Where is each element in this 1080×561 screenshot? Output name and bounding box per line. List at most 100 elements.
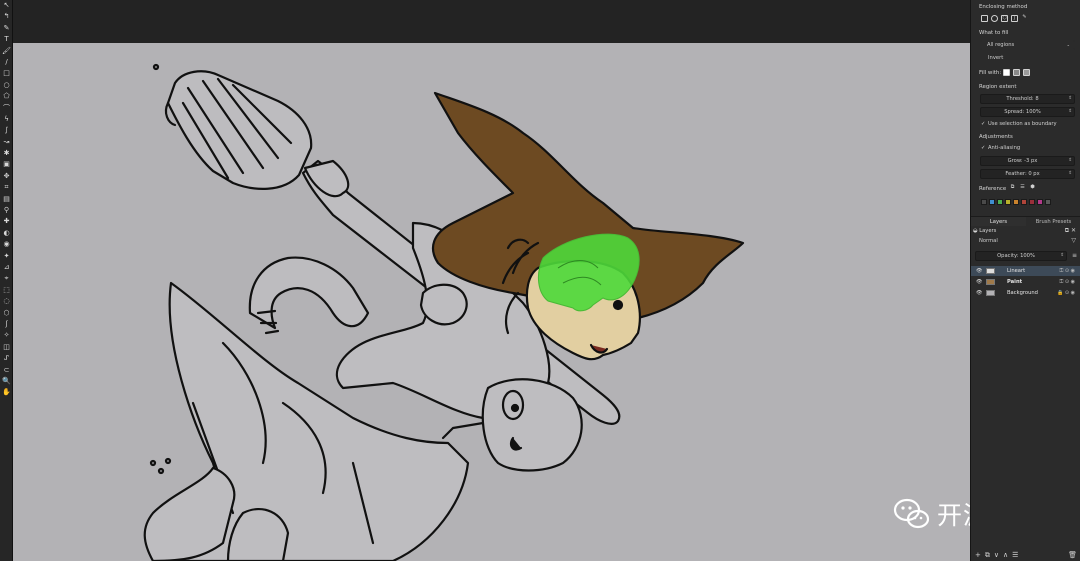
toolbox: ↖ ↰ ✎ T 🖌 / □ ○ ⬠ ⌒ ϟ ∫ ↝ ✱ ▣ ✥ ⌗ ▤ ⚲ ✚ ◐ ◉ ✦ ⊿ ⌖ ⬚ ◌ ⬡ ʃ ✧ ◫ ᔑ ⊂ 🔍 ✋ (0, 0, 13, 561)
add-layer-icon[interactable]: + (975, 551, 981, 559)
move-up-icon[interactable]: ∧ (1003, 551, 1008, 559)
fill-icon[interactable]: ◐ (0, 228, 13, 239)
contiguous-select-icon[interactable]: ✧ (0, 330, 13, 341)
what-to-fill-label: What to fill (979, 30, 1009, 36)
layer-flags[interactable]: 🔒 ⊙ ◉ (1057, 288, 1075, 298)
feather-slider[interactable]: Feather: 0 px ⇕ (980, 169, 1075, 179)
calligraphy-icon[interactable]: ✎ (0, 23, 13, 34)
layer-row-background[interactable]: 👁 Background 🔒 ⊙ ◉ (971, 288, 1080, 298)
bezier-select-icon[interactable]: ᔑ (0, 353, 13, 364)
fg-color-icon[interactable] (1003, 69, 1010, 76)
color-picker-icon[interactable]: ⚲ (0, 205, 13, 216)
cat-head (481, 378, 583, 472)
color-label-swatch[interactable] (1029, 198, 1035, 205)
color-label-swatch[interactable] (1013, 198, 1019, 205)
visibility-eye-icon[interactable]: 👁 (976, 266, 982, 276)
tab-layers[interactable]: Layers (971, 217, 1026, 226)
smart-patch-icon[interactable]: ✚ (0, 216, 13, 227)
enclosing-method-options: ⬡ ʃ ✎ (981, 14, 1028, 23)
delete-layer-icon[interactable]: 🗑 (1068, 551, 1077, 559)
layers-header: ◒ Layers (973, 228, 996, 234)
float-icon[interactable]: ⧉ (1065, 227, 1069, 234)
blend-mode-select[interactable]: Normal (979, 238, 998, 244)
freehand-brush-icon[interactable]: 🖌 (0, 46, 13, 57)
bg-color-icon[interactable] (1013, 69, 1020, 76)
assistant-icon[interactable]: ✦ (0, 251, 13, 262)
move-down-icon[interactable]: ∨ (994, 551, 999, 559)
color-label-swatch[interactable] (1005, 198, 1011, 205)
gradient-icon[interactable]: ▤ (0, 194, 13, 205)
text-icon[interactable]: T (0, 34, 13, 45)
color-label-swatch[interactable] (1021, 198, 1027, 205)
grow-slider[interactable]: Grow: -3 px ⇕ (980, 156, 1075, 166)
bezier-icon[interactable]: ϟ (0, 114, 13, 125)
brush-enclose-icon[interactable]: ✎ (1021, 15, 1028, 22)
enclose-and-fill-icon[interactable]: ◉ (0, 239, 13, 250)
transform-icon[interactable]: ▣ (0, 159, 13, 170)
properties-icon[interactable]: ☰ (1012, 551, 1018, 559)
layers-icon: ◒ (973, 228, 978, 234)
color-label-swatch[interactable] (989, 198, 995, 205)
ellipse-select-icon[interactable]: ◌ (0, 296, 13, 307)
multibrush-icon[interactable]: ✱ (0, 148, 13, 159)
select-shapes-icon[interactable]: ↖ (0, 0, 13, 11)
polygon-icon[interactable]: ⬠ (0, 91, 13, 102)
color-label-swatch[interactable] (1045, 198, 1051, 205)
anti-aliasing-checkbox[interactable]: ✓ Anti-aliasing (981, 145, 1020, 151)
tab-brush-presets[interactable]: Brush Presets (1026, 217, 1080, 226)
spread-slider[interactable]: Spread: 100% ⇕ (980, 107, 1075, 117)
layer-ref-icon[interactable]: ⧉ (1009, 185, 1016, 192)
cat-tail (248, 256, 370, 330)
reference-options: ⧉ ☰ ⬢ (1009, 184, 1036, 193)
dynamic-brush-icon[interactable]: ↝ (0, 137, 13, 148)
layer-row-paint[interactable]: 👁 Paint ⚿ ⊙ ◉ (971, 277, 1080, 287)
visibility-eye-icon[interactable]: 👁 (976, 288, 982, 298)
similar-select-icon[interactable]: ◫ (0, 342, 13, 353)
move-icon[interactable]: ✥ (0, 171, 13, 182)
duplicate-layer-icon[interactable]: ⧉ (985, 551, 990, 560)
label-ref-icon[interactable]: ⬢ (1029, 185, 1036, 192)
pan-icon[interactable]: ✋ (0, 387, 13, 398)
layer-flags[interactable]: ⚿ ⊙ ◉ (1059, 266, 1075, 276)
docker-tabs: Layers Brush Presets (971, 216, 1080, 226)
color-label-swatch[interactable] (981, 198, 987, 205)
ellipse-enclose-icon[interactable] (991, 15, 998, 22)
color-label-swatch[interactable] (1037, 198, 1043, 205)
close-icon[interactable]: ✕ (1071, 227, 1076, 234)
invert-checkbox[interactable]: Invert (981, 55, 1003, 61)
reference-icon[interactable]: ⌖ (0, 273, 13, 284)
polygon-select-icon[interactable]: ⬡ (0, 308, 13, 319)
magnetic-select-icon[interactable]: ⊂ (0, 365, 13, 376)
right-dock: Enclosing method ⬡ ʃ ✎ What to fill All … (970, 0, 1080, 561)
layer-row-lineart[interactable]: 👁 Lineart ⚿ ⊙ ◉ (971, 266, 1080, 276)
polygon-enclose-icon[interactable]: ⬡ (1001, 15, 1008, 22)
freehand-path-icon[interactable]: ∫ (0, 125, 13, 136)
layer-menu-icon[interactable]: ≡ (1072, 252, 1077, 259)
polyline-icon[interactable]: ⌒ (0, 103, 13, 114)
what-to-fill-select[interactable]: All regions ⌄ (980, 40, 1075, 50)
lasso-enclose-icon[interactable]: ʃ (1011, 15, 1018, 22)
measure-icon[interactable]: ⊿ (0, 262, 13, 273)
layer-flags[interactable]: ⚿ ⊙ ◉ (1059, 277, 1075, 287)
zoom-icon[interactable]: 🔍 (0, 376, 13, 387)
pattern-icon[interactable] (1023, 69, 1030, 76)
color-label-swatch[interactable] (997, 198, 1003, 205)
rectangle-icon[interactable]: □ (0, 68, 13, 79)
rect-select-icon[interactable]: ⬚ (0, 285, 13, 296)
ellipse-icon[interactable]: ○ (0, 80, 13, 91)
rectangle-enclose-icon[interactable] (981, 15, 988, 22)
filter-icon[interactable]: ▽ (1071, 237, 1076, 244)
use-selection-checkbox[interactable]: ✓ Use selection as boundary (981, 121, 1057, 127)
layer-thumbnail (986, 290, 995, 296)
drawing-canvas[interactable] (13, 43, 970, 561)
edit-shapes-icon[interactable]: ↰ (0, 11, 13, 22)
krita-window: ↖ ↰ ✎ T 🖌 / □ ○ ⬠ ⌒ ϟ ∫ ↝ ✱ ▣ ✥ ⌗ ▤ ⚲ ✚ ◐ ◉ ✦ ⊿ ⌖ ⬚ ◌ ⬡ ʃ ✧ ◫ ᔑ ⊂ 🔍 ✋ (0, 0, 1080, 561)
threshold-slider[interactable]: Threshold: 8 ⇕ (980, 94, 1075, 104)
opacity-slider[interactable]: Opacity: 100% ⇕ (975, 251, 1067, 261)
visibility-eye-icon[interactable]: 👁 (976, 277, 982, 287)
all-layers-ref-icon[interactable]: ☰ (1019, 185, 1026, 192)
crop-icon[interactable]: ⌗ (0, 182, 13, 193)
fill-with-label: Fill with: (979, 70, 1002, 76)
line-icon[interactable]: / (0, 57, 13, 68)
freehand-select-icon[interactable]: ʃ (0, 319, 13, 330)
